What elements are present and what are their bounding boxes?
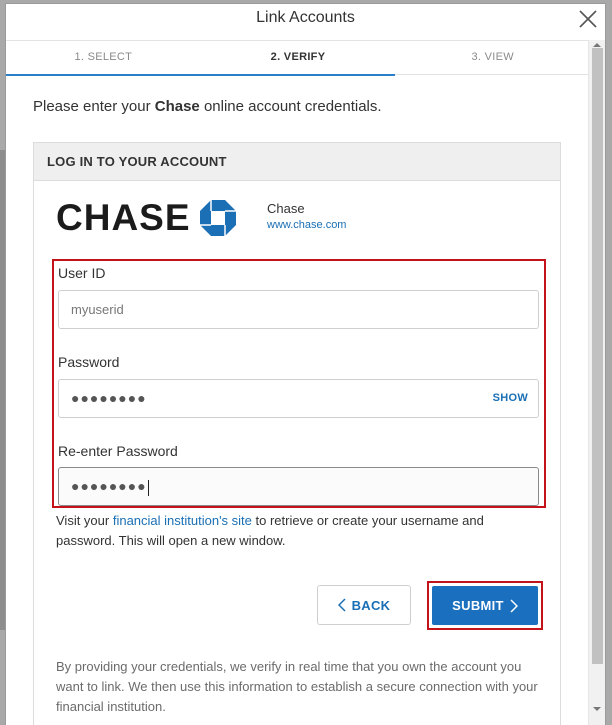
user-id-value: myuserid: [71, 302, 124, 317]
tab-select[interactable]: 1. SELECT: [6, 41, 201, 76]
wizard-steps: 1. SELECT 2. VERIFY 3. VIEW: [6, 40, 590, 76]
bank-name: Chase: [267, 201, 305, 216]
login-card: LOG IN TO YOUR ACCOUNT CHASE Chase www.c…: [33, 142, 561, 725]
back-button-label: BACK: [351, 597, 391, 613]
submit-button[interactable]: SUBMIT: [432, 586, 538, 625]
close-icon: [579, 10, 597, 28]
show-password-toggle[interactable]: SHOW: [493, 380, 528, 417]
instructions-bank-name: Chase: [154, 98, 200, 115]
tab-view[interactable]: 3. VIEW: [395, 41, 590, 74]
password-value: ●●●●●●●●: [71, 390, 147, 406]
card-header: LOG IN TO YOUR ACCOUNT: [34, 143, 560, 181]
dialog-title: Link Accounts: [256, 9, 355, 26]
bank-website-link[interactable]: www.chase.com: [267, 219, 346, 231]
link-accounts-dialog: Link Accounts 1. SELECT 2. VERIFY 3. VIE…: [5, 3, 606, 725]
scroll-down-arrow-icon[interactable]: [592, 706, 602, 712]
text-cursor: [147, 479, 149, 496]
scrollbar-thumb[interactable]: [592, 48, 603, 664]
user-id-input[interactable]: myuserid: [58, 290, 539, 329]
user-id-label: User ID: [58, 265, 106, 281]
help-text: Visit your financial institution's site …: [56, 511, 546, 551]
password-input[interactable]: ●●●●●●●● SHOW: [58, 379, 539, 418]
reenter-password-value: ●●●●●●●●: [71, 478, 147, 494]
vertical-scrollbar[interactable]: [588, 40, 605, 725]
reenter-password-label: Re-enter Password: [58, 443, 178, 459]
submit-button-label: SUBMIT: [452, 598, 504, 613]
reenter-password-input[interactable]: ●●●●●●●●: [58, 467, 539, 506]
chevron-left-icon: [337, 598, 346, 612]
credentials-form: User ID myuserid Password ●●●●●●●● SHOW …: [52, 259, 546, 508]
bank-info: Chase www.chase.com: [267, 201, 346, 231]
chevron-right-icon: [510, 598, 518, 613]
tab-verify[interactable]: 2. VERIFY: [200, 41, 396, 76]
back-button[interactable]: BACK: [317, 585, 411, 625]
instructions-prefix: Please enter your: [33, 98, 155, 115]
instructions-suffix: online account credentials.: [199, 98, 382, 115]
help-prefix: Visit your: [56, 513, 113, 528]
close-button[interactable]: [577, 8, 599, 30]
password-label: Password: [58, 354, 120, 370]
chase-octagon-icon: [199, 200, 236, 236]
financial-institution-site-link[interactable]: financial institution's site: [113, 513, 252, 528]
bank-logo-text: CHASE: [56, 197, 191, 238]
dialog-titlebar: Link Accounts: [6, 4, 605, 40]
disclaimer-text: By providing your credentials, we verify…: [56, 659, 538, 714]
bank-logo: CHASE: [56, 198, 237, 238]
instructions-text: Please enter your Chase online account c…: [33, 98, 382, 115]
submit-highlight: SUBMIT: [427, 581, 543, 630]
